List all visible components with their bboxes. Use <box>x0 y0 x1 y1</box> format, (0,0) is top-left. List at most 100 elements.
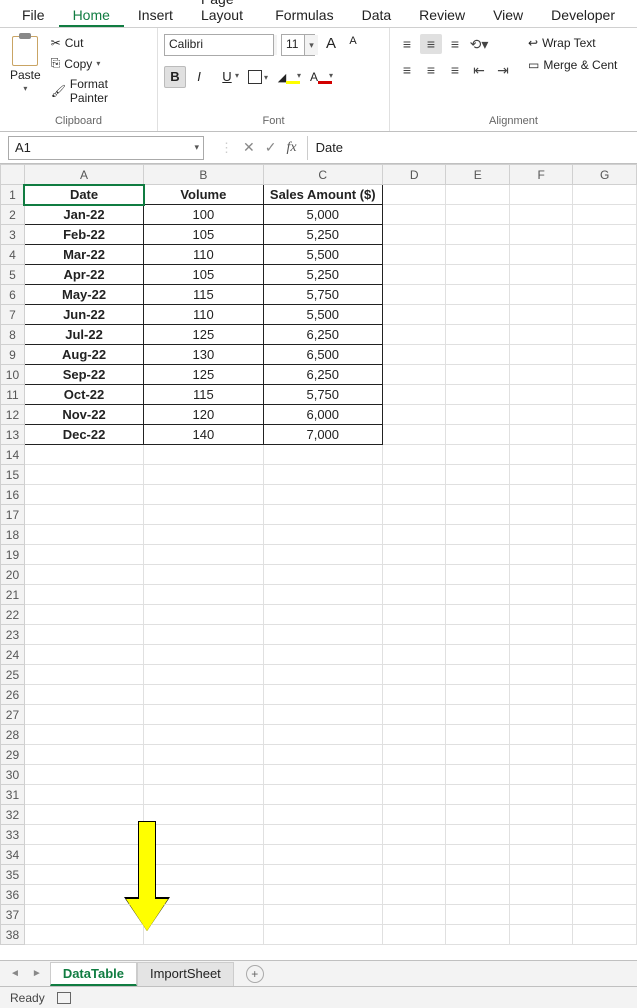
cell-F16[interactable] <box>509 485 572 505</box>
wrap-text-button[interactable]: ↩ Wrap Text <box>526 34 619 52</box>
chevron-down-icon[interactable]: ▾ <box>304 35 318 55</box>
cell-B4[interactable]: 110 <box>144 245 263 265</box>
cell-B30[interactable] <box>144 765 263 785</box>
grow-font-button[interactable]: A <box>322 35 340 55</box>
cell-C27[interactable] <box>263 705 382 725</box>
cell-C24[interactable] <box>263 645 382 665</box>
cell-E4[interactable] <box>446 245 509 265</box>
increase-indent-button[interactable]: ⇥ <box>492 60 514 80</box>
ribbon-tab-review[interactable]: Review <box>405 3 479 27</box>
sheet-nav-prev[interactable]: ◄ <box>6 968 24 979</box>
cell-E23[interactable] <box>446 625 509 645</box>
cell-F12[interactable] <box>509 405 572 425</box>
cell-F30[interactable] <box>509 765 572 785</box>
cell-F34[interactable] <box>509 845 572 865</box>
row-header-13[interactable]: 13 <box>1 425 25 445</box>
select-all-corner[interactable] <box>1 165 25 185</box>
cell-A12[interactable]: Nov-22 <box>24 405 143 425</box>
cell-B37[interactable] <box>144 905 263 925</box>
cell-F22[interactable] <box>509 605 572 625</box>
cell-D38[interactable] <box>382 925 446 945</box>
row-header-7[interactable]: 7 <box>1 305 25 325</box>
cell-C4[interactable]: 5,500 <box>263 245 382 265</box>
cell-B16[interactable] <box>144 485 263 505</box>
cell-D33[interactable] <box>382 825 446 845</box>
row-header-23[interactable]: 23 <box>1 625 25 645</box>
cell-A28[interactable] <box>24 725 143 745</box>
cell-E15[interactable] <box>446 465 509 485</box>
cell-A17[interactable] <box>24 505 143 525</box>
cell-C13[interactable]: 7,000 <box>263 425 382 445</box>
cell-E7[interactable] <box>446 305 509 325</box>
cell-E27[interactable] <box>446 705 509 725</box>
align-top-button[interactable]: ≡ <box>396 34 418 54</box>
cell-G3[interactable] <box>573 225 637 245</box>
cell-F13[interactable] <box>509 425 572 445</box>
cell-F20[interactable] <box>509 565 572 585</box>
cell-D24[interactable] <box>382 645 446 665</box>
cell-A5[interactable]: Apr-22 <box>24 265 143 285</box>
cell-B5[interactable]: 105 <box>144 265 263 285</box>
cell-E28[interactable] <box>446 725 509 745</box>
cell-B2[interactable]: 100 <box>144 205 263 225</box>
cell-C17[interactable] <box>263 505 382 525</box>
cell-A27[interactable] <box>24 705 143 725</box>
cell-B7[interactable]: 110 <box>144 305 263 325</box>
cell-G14[interactable] <box>573 445 637 465</box>
column-header-A[interactable]: A <box>24 165 143 185</box>
borders-button[interactable]: ▾ <box>244 66 272 88</box>
fx-icon[interactable]: fx <box>286 140 296 156</box>
cell-G19[interactable] <box>573 545 637 565</box>
cell-F21[interactable] <box>509 585 572 605</box>
cell-E19[interactable] <box>446 545 509 565</box>
cell-A23[interactable] <box>24 625 143 645</box>
cell-D3[interactable] <box>382 225 446 245</box>
cell-G9[interactable] <box>573 345 637 365</box>
cell-A4[interactable]: Mar-22 <box>24 245 143 265</box>
cell-B18[interactable] <box>144 525 263 545</box>
align-bottom-button[interactable]: ≡ <box>444 34 466 54</box>
cell-C30[interactable] <box>263 765 382 785</box>
cell-F19[interactable] <box>509 545 572 565</box>
column-header-E[interactable]: E <box>446 165 509 185</box>
cell-B34[interactable] <box>144 845 263 865</box>
cell-E14[interactable] <box>446 445 509 465</box>
cell-F14[interactable] <box>509 445 572 465</box>
cell-F3[interactable] <box>509 225 572 245</box>
cell-D9[interactable] <box>382 345 446 365</box>
ribbon-tab-file[interactable]: File <box>8 3 59 27</box>
row-header-18[interactable]: 18 <box>1 525 25 545</box>
cell-E9[interactable] <box>446 345 509 365</box>
cell-D23[interactable] <box>382 625 446 645</box>
cell-B15[interactable] <box>144 465 263 485</box>
cancel-formula-button[interactable]: ✕ <box>243 139 255 156</box>
cell-A24[interactable] <box>24 645 143 665</box>
cell-G31[interactable] <box>573 785 637 805</box>
cell-A30[interactable] <box>24 765 143 785</box>
cell-D10[interactable] <box>382 365 446 385</box>
cell-A3[interactable]: Feb-22 <box>24 225 143 245</box>
cell-B12[interactable]: 120 <box>144 405 263 425</box>
cell-A11[interactable]: Oct-22 <box>24 385 143 405</box>
cell-A31[interactable] <box>24 785 143 805</box>
row-header-16[interactable]: 16 <box>1 485 25 505</box>
cell-C5[interactable]: 5,250 <box>263 265 382 285</box>
cell-G26[interactable] <box>573 685 637 705</box>
cell-D20[interactable] <box>382 565 446 585</box>
cell-G32[interactable] <box>573 805 637 825</box>
cell-B22[interactable] <box>144 605 263 625</box>
row-header-20[interactable]: 20 <box>1 565 25 585</box>
cell-E6[interactable] <box>446 285 509 305</box>
cell-C19[interactable] <box>263 545 382 565</box>
cell-G10[interactable] <box>573 365 637 385</box>
name-box[interactable]: A1 <box>8 136 204 160</box>
column-header-B[interactable]: B <box>144 165 263 185</box>
cell-E10[interactable] <box>446 365 509 385</box>
cell-C22[interactable] <box>263 605 382 625</box>
cell-C38[interactable] <box>263 925 382 945</box>
cell-C26[interactable] <box>263 685 382 705</box>
row-header-22[interactable]: 22 <box>1 605 25 625</box>
cell-E17[interactable] <box>446 505 509 525</box>
cell-B32[interactable] <box>144 805 263 825</box>
row-header-30[interactable]: 30 <box>1 765 25 785</box>
